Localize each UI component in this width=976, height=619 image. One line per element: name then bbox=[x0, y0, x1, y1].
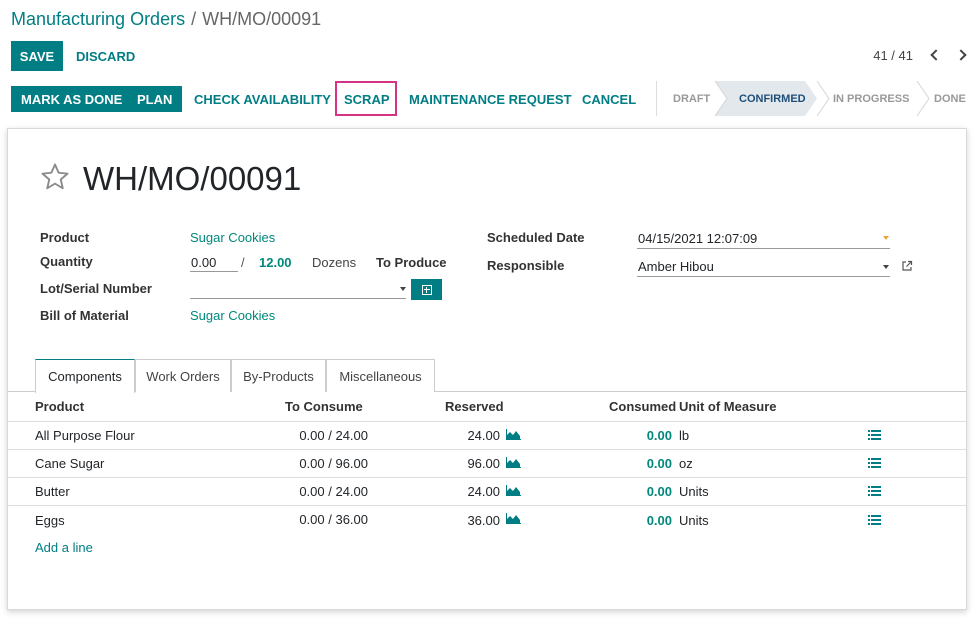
status-bar: DRAFT CONFIRMED IN PROGRESS DONE bbox=[656, 81, 976, 116]
pager-counter[interactable]: 41 / 41 bbox=[873, 48, 913, 63]
responsible-input[interactable]: Amber Hibou bbox=[638, 259, 714, 274]
row-uom: Units bbox=[679, 513, 709, 528]
discard-button[interactable]: DISCARD bbox=[76, 41, 135, 71]
detailed-operations-list-icon[interactable] bbox=[868, 486, 881, 496]
column-header-consumed[interactable]: Consumed bbox=[609, 399, 676, 414]
row-to-consume: 0.00 / 24.00 bbox=[299, 428, 368, 443]
pager-next-button[interactable] bbox=[954, 46, 970, 64]
plan-button[interactable]: PLAN bbox=[127, 86, 183, 112]
stage-draft[interactable]: DRAFT bbox=[673, 81, 710, 116]
column-header-product[interactable]: Product bbox=[35, 399, 84, 414]
responsible-dropdown-caret-icon[interactable] bbox=[883, 265, 889, 269]
row-divider bbox=[8, 449, 966, 450]
row-to-consume: 0.00 / 36.00 bbox=[299, 512, 368, 527]
row-consumed[interactable]: 0.00 bbox=[618, 513, 672, 528]
row-reserved: 24.00 bbox=[467, 484, 500, 499]
row-consumed[interactable]: 0.00 bbox=[618, 456, 672, 471]
row-to-consume: 0.00 / 96.00 bbox=[299, 456, 368, 471]
row-product: Eggs bbox=[35, 513, 65, 528]
forecast-chart-icon[interactable] bbox=[506, 429, 521, 440]
chevron-left-icon bbox=[929, 49, 942, 61]
detailed-operations-list-icon[interactable] bbox=[868, 430, 881, 440]
forecast-chart-icon[interactable] bbox=[506, 485, 521, 496]
save-button[interactable]: SAVE bbox=[11, 41, 63, 71]
quantity-input-underline bbox=[190, 271, 238, 272]
detailed-operations-list-icon[interactable] bbox=[868, 458, 881, 468]
tab-components[interactable]: Components bbox=[35, 359, 135, 393]
tab-by-products[interactable]: By-Products bbox=[231, 359, 326, 392]
stage-confirmed[interactable]: CONFIRMED bbox=[739, 81, 806, 116]
breadcrumb-parent-link[interactable]: Manufacturing Orders bbox=[11, 9, 185, 29]
scrap-button[interactable]: SCRAP bbox=[344, 86, 390, 112]
breadcrumb-current: WH/MO/00091 bbox=[202, 9, 322, 29]
record-title: WH/MO/00091 bbox=[83, 160, 302, 197]
row-uom: oz bbox=[679, 456, 693, 471]
quantity-total: 12.00 bbox=[259, 255, 292, 270]
quantity-separator: / bbox=[241, 255, 245, 270]
bom-label: Bill of Material bbox=[40, 308, 129, 323]
product-link[interactable]: Sugar Cookies bbox=[190, 230, 275, 245]
column-header-to-consume[interactable]: To Consume bbox=[285, 399, 363, 414]
create-lot-button[interactable] bbox=[411, 279, 442, 300]
row-divider bbox=[8, 505, 966, 506]
responsible-label: Responsible bbox=[487, 258, 565, 273]
row-product: Cane Sugar bbox=[35, 456, 105, 471]
cancel-button[interactable]: CANCEL bbox=[582, 86, 636, 112]
breadcrumb: Manufacturing Orders / WH/MO/00091 bbox=[11, 9, 321, 30]
lot-serial-underline bbox=[190, 298, 406, 299]
lot-serial-label: Lot/Serial Number bbox=[40, 281, 152, 296]
row-divider bbox=[8, 477, 966, 478]
column-header-reserved[interactable]: Reserved bbox=[445, 399, 504, 414]
form-sheet: WH/MO/00091 Product Sugar Cookies Quanti… bbox=[7, 128, 967, 610]
stage-in-progress[interactable]: IN PROGRESS bbox=[833, 81, 909, 116]
pager-previous-button[interactable] bbox=[926, 46, 942, 64]
product-label: Product bbox=[40, 230, 90, 245]
scheduled-date-underline bbox=[637, 248, 890, 249]
forecast-chart-icon[interactable] bbox=[506, 457, 521, 468]
row-product: All Purpose Flour bbox=[35, 428, 135, 443]
quantity-uom: Dozens bbox=[312, 255, 357, 270]
responsible-underline bbox=[637, 276, 890, 277]
stage-done[interactable]: DONE bbox=[934, 81, 966, 116]
row-to-consume: 0.00 / 24.00 bbox=[299, 484, 368, 499]
to-produce-label: To Produce bbox=[376, 255, 447, 270]
row-consumed[interactable]: 0.00 bbox=[618, 484, 672, 499]
row-reserved: 36.00 bbox=[467, 513, 500, 528]
forecast-chart-icon[interactable] bbox=[506, 513, 521, 524]
scheduled-date-label: Scheduled Date bbox=[487, 230, 585, 245]
row-reserved: 96.00 bbox=[467, 456, 500, 471]
bom-link[interactable]: Sugar Cookies bbox=[190, 308, 275, 323]
chevron-right-icon bbox=[954, 49, 967, 61]
check-availability-button[interactable]: CHECK AVAILABILITY bbox=[194, 86, 331, 112]
row-reserved: 24.00 bbox=[467, 428, 500, 443]
plus-square-icon bbox=[421, 284, 432, 295]
row-consumed[interactable]: 0.00 bbox=[618, 428, 672, 443]
row-uom: lb bbox=[679, 428, 690, 443]
row-uom: Units bbox=[679, 484, 709, 499]
quantity-label: Quantity bbox=[40, 254, 93, 269]
quantity-produced-input[interactable]: 0.00 bbox=[191, 255, 216, 270]
table-header-divider bbox=[8, 421, 966, 422]
date-caret-icon[interactable] bbox=[883, 236, 889, 240]
column-header-uom[interactable]: Unit of Measure bbox=[679, 399, 777, 414]
tab-work-orders[interactable]: Work Orders bbox=[135, 359, 231, 392]
action-bar: MARK AS DONE PLAN CHECK AVAILABILITY SCR… bbox=[0, 81, 976, 116]
external-link-icon[interactable] bbox=[901, 260, 913, 272]
row-product: Butter bbox=[35, 484, 70, 499]
add-a-line-link[interactable]: Add a line bbox=[35, 540, 93, 555]
lot-dropdown-caret-icon[interactable] bbox=[400, 287, 406, 291]
tab-miscellaneous[interactable]: Miscellaneous bbox=[326, 359, 435, 392]
star-icon[interactable] bbox=[40, 162, 70, 192]
maintenance-request-button[interactable]: MAINTENANCE REQUEST bbox=[409, 86, 572, 112]
detailed-operations-list-icon[interactable] bbox=[868, 515, 881, 525]
breadcrumb-separator: / bbox=[191, 9, 197, 29]
mark-as-done-button[interactable]: MARK AS DONE bbox=[11, 86, 133, 112]
scheduled-date-input[interactable]: 04/15/2021 12:07:09 bbox=[638, 231, 757, 246]
